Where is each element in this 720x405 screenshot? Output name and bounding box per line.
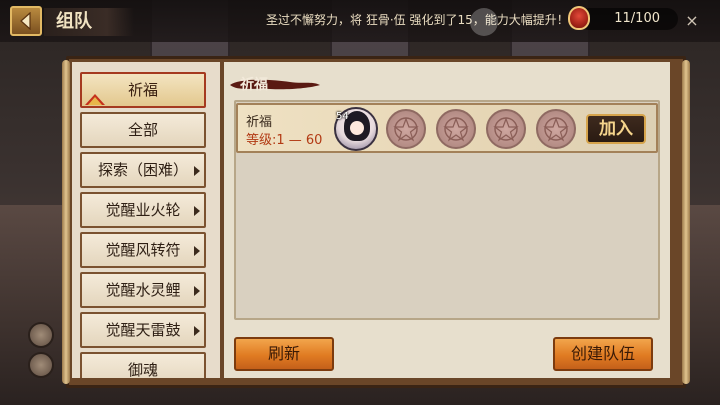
refresh-button[interactable]: 刷新 <box>234 337 334 371</box>
close-icon[interactable]: × <box>682 11 702 31</box>
leader-level: 54 <box>336 111 349 122</box>
back-button[interactable] <box>10 6 42 36</box>
joystick-indicator <box>470 8 498 36</box>
empty-member-slot <box>436 109 476 149</box>
expand-arrow-icon <box>194 286 200 296</box>
category-label: 觉醒天雷鼓 <box>105 321 181 339</box>
category-label: 御魂 <box>127 361 158 378</box>
category-label: 觉醒水灵鲤 <box>105 281 181 299</box>
category-item-all[interactable]: 全部 <box>80 112 206 148</box>
category-label: 探索（困难） <box>97 161 188 179</box>
section-title: 祈福 <box>240 77 268 93</box>
category-label: 祈福 <box>127 81 158 99</box>
empty-member-slot <box>386 109 426 149</box>
category-item-awaken-fire[interactable]: 觉醒业火轮 <box>80 192 206 228</box>
scroll-rod-right <box>682 60 690 384</box>
create-team-button[interactable]: 创建队伍 <box>553 337 653 371</box>
fan-icon <box>85 94 105 105</box>
expand-arrow-icon <box>194 166 200 176</box>
pentagram-icon <box>393 117 419 142</box>
team-row[interactable]: 祈福 等级:1 — 60 54 加入 <box>236 103 658 153</box>
category-sidebar[interactable]: 祈福 全部 探索（困难） 觉醒业火轮 觉醒风转符 觉醒水灵鲤 觉醒天雷鼓 御魂 <box>72 62 220 378</box>
energy-counter: 11/100 <box>578 8 678 30</box>
team-level-range: 等级:1 — 60 <box>246 133 323 148</box>
pentagram-icon <box>543 117 569 142</box>
page-title: 组队 <box>44 8 134 36</box>
top-bar: 组队 圣过不懈努力，将 狂骨·伍 强化到了15，能力大幅提升！ 11/100 × <box>0 0 720 42</box>
pentagram-icon <box>493 117 519 142</box>
category-label: 觉醒风转符 <box>105 241 181 259</box>
empty-member-slot <box>536 109 576 149</box>
daruma-energy-icon <box>568 6 590 30</box>
category-item-awaken-wind[interactable]: 觉醒风转符 <box>80 232 206 268</box>
category-item-soul[interactable]: 御魂 <box>80 352 206 378</box>
expand-arrow-icon <box>194 206 200 216</box>
team-name: 祈福 <box>246 115 273 130</box>
category-item-awaken-thunder[interactable]: 觉醒天雷鼓 <box>80 312 206 348</box>
avatar-face <box>350 121 364 135</box>
expand-arrow-icon <box>194 326 200 336</box>
scroll-rod-left <box>62 60 70 384</box>
empty-member-slot <box>486 109 526 149</box>
menu-icon[interactable] <box>28 352 54 378</box>
category-item-awaken-water[interactable]: 觉醒水灵鲤 <box>80 272 206 308</box>
chat-icon[interactable] <box>28 322 54 348</box>
pentagram-icon <box>443 117 469 142</box>
category-item-pray[interactable]: 祈福 <box>80 72 206 108</box>
join-button[interactable]: 加入 <box>586 114 646 144</box>
category-label: 觉醒业火轮 <box>105 201 181 219</box>
category-item-explore-hard[interactable]: 探索（困难） <box>80 152 206 188</box>
category-label: 全部 <box>127 121 158 139</box>
expand-arrow-icon <box>194 246 200 256</box>
back-arrow-icon <box>20 12 31 30</box>
announcement-marquee: 圣过不懈努力，将 狂骨·伍 强化到了15，能力大幅提升！ <box>266 13 569 27</box>
